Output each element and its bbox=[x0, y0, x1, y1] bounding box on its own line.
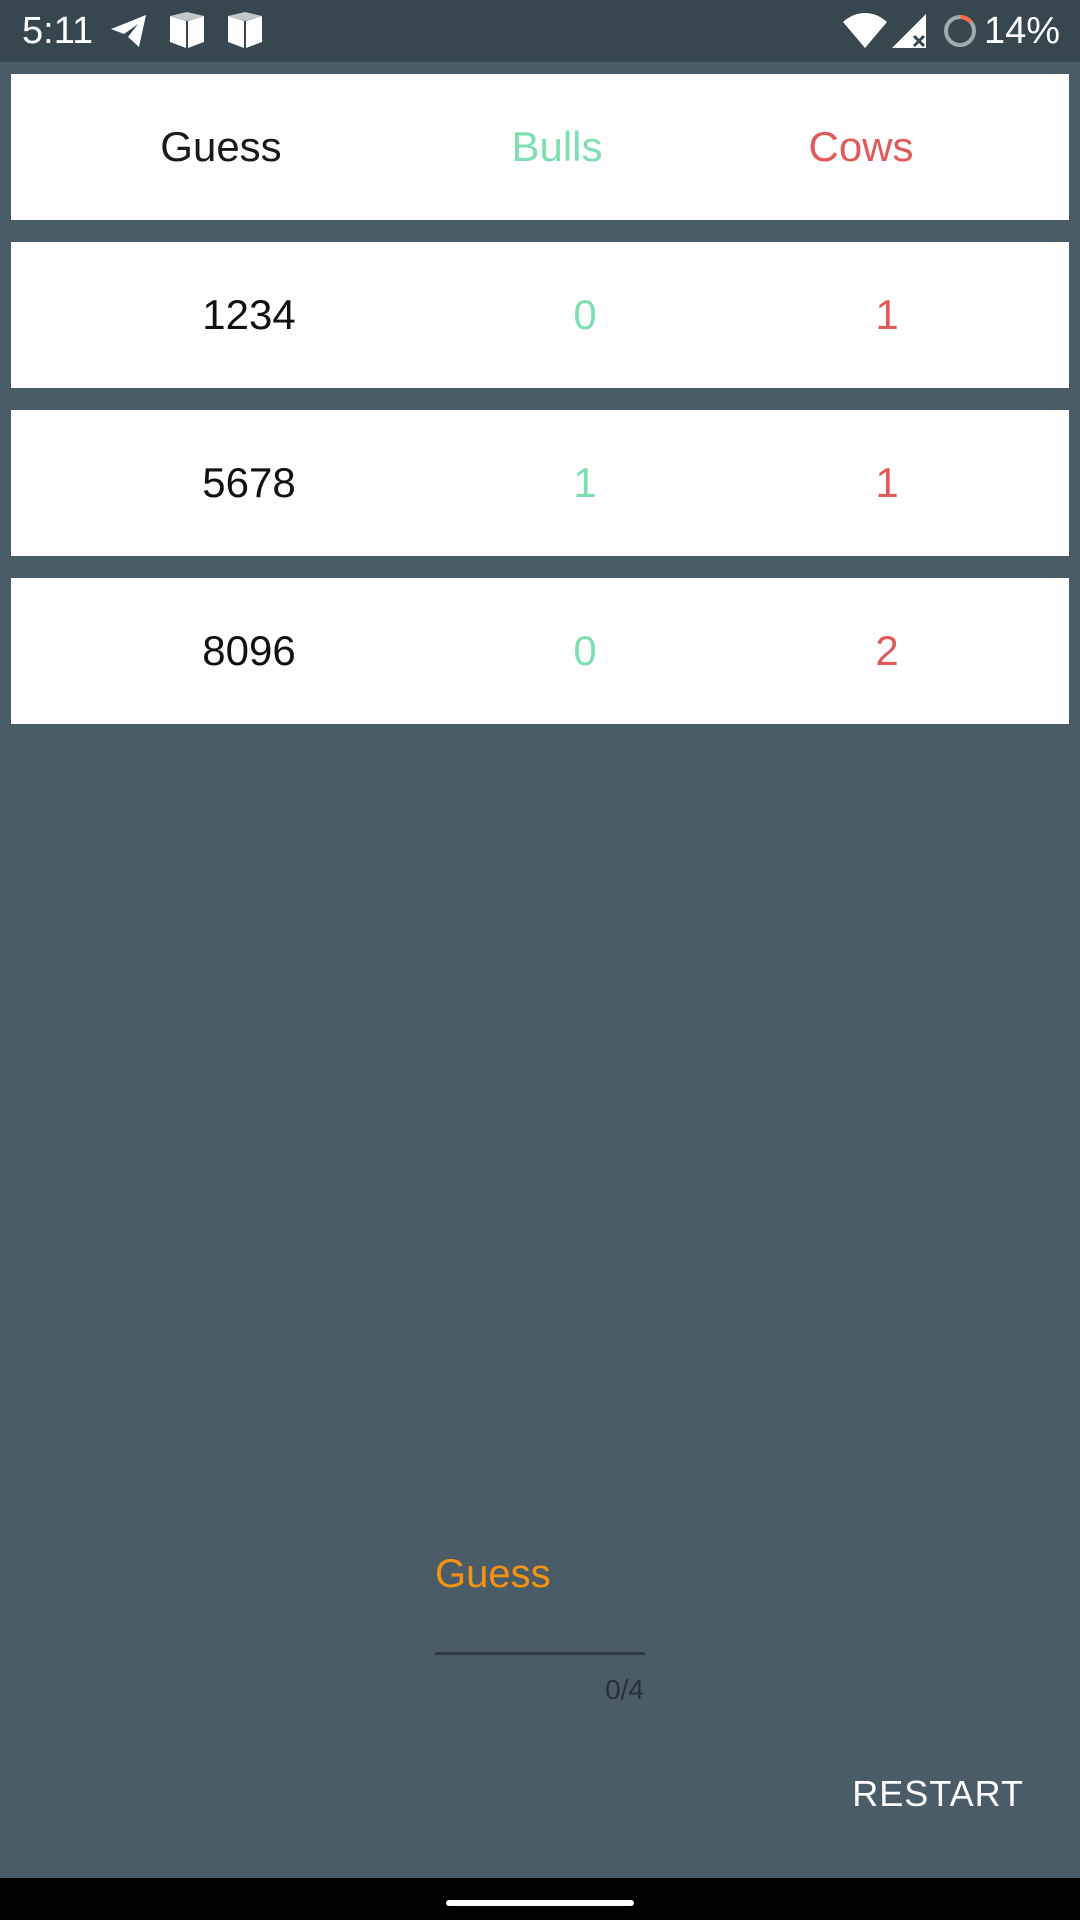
restart-button[interactable]: RESTART bbox=[840, 1764, 1036, 1824]
row-cows: 1 bbox=[875, 459, 899, 506]
battery-icon bbox=[940, 10, 982, 52]
character-counter: 0/4 bbox=[605, 1674, 644, 1705]
row-guess: 1234 bbox=[202, 291, 296, 338]
row-bulls: 0 bbox=[573, 627, 597, 674]
navigation-bar bbox=[0, 1878, 1080, 1920]
header-cows: Cows bbox=[808, 123, 914, 170]
list-item: 1234 0 1 bbox=[11, 242, 1069, 388]
header-bulls: Bulls bbox=[511, 123, 603, 170]
header-guess: Guess bbox=[160, 123, 282, 170]
shield-icon bbox=[224, 10, 266, 52]
guess-input[interactable] bbox=[435, 1600, 645, 1655]
row-bulls: 0 bbox=[573, 291, 597, 338]
wifi-icon bbox=[842, 10, 888, 52]
signal-icon bbox=[890, 10, 930, 52]
row-cows: 2 bbox=[875, 627, 899, 674]
list-item: 5678 1 1 bbox=[11, 410, 1069, 556]
home-gesture-handle[interactable] bbox=[446, 1900, 634, 1906]
list-item: 8096 0 2 bbox=[11, 578, 1069, 724]
shield-icon bbox=[166, 10, 208, 52]
telegram-icon bbox=[108, 10, 150, 52]
status-time: 5:11 bbox=[22, 10, 94, 52]
header-card: Guess Bulls Cows bbox=[11, 74, 1069, 220]
status-bar: 5:11 14% bbox=[0, 0, 1080, 62]
row-cows: 1 bbox=[875, 291, 899, 338]
guess-input-label: Guess bbox=[435, 1552, 551, 1596]
row-guess: 5678 bbox=[202, 459, 296, 506]
row-guess: 8096 bbox=[202, 627, 296, 674]
battery-percentage: 14% bbox=[983, 10, 1060, 52]
row-bulls: 1 bbox=[573, 459, 597, 506]
